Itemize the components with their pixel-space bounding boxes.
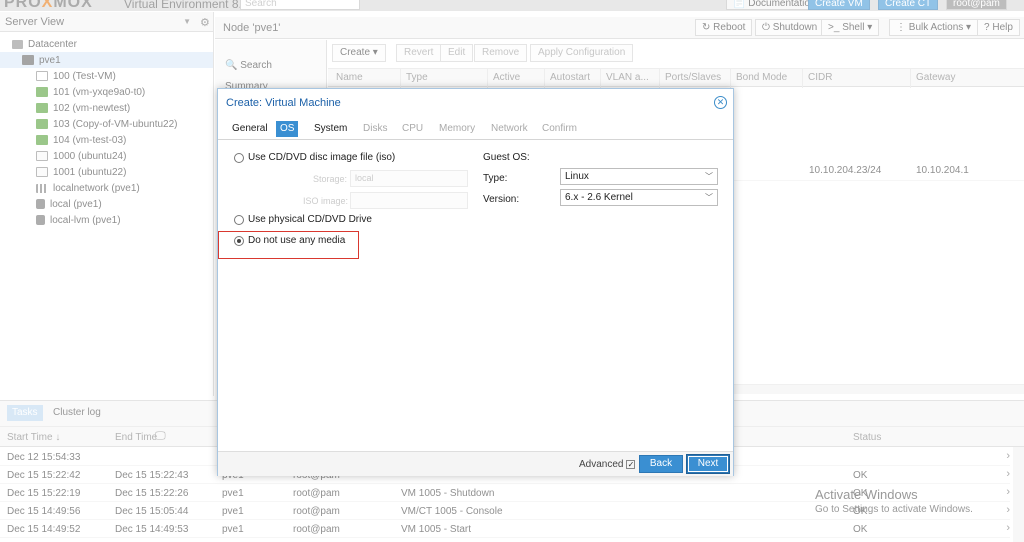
highlight-annotation xyxy=(218,231,359,259)
physical-label: Use physical CD/DVD Drive xyxy=(248,214,372,225)
iso-radio[interactable] xyxy=(234,152,244,163)
iso-image-label: ISO image: xyxy=(303,196,349,206)
create-vm-dialog: Create: Virtual Machine ✕ General OS Syste… xyxy=(217,88,734,476)
next-button[interactable]: Next xyxy=(687,455,729,473)
iso-media-option[interactable]: Use CD/DVD disc image file (iso) xyxy=(234,152,395,163)
iso-image-select[interactable] xyxy=(350,192,468,209)
tab-disks[interactable]: Disks xyxy=(359,121,391,137)
tab-os[interactable]: OS xyxy=(276,121,299,137)
watermark-subtitle: Go to Settings to activate Windows. xyxy=(815,504,973,515)
tab-general[interactable]: General xyxy=(228,121,272,137)
dialog-footer: Advanced ✓ Back Next xyxy=(218,451,733,476)
tab-cpu[interactable]: CPU xyxy=(398,121,427,137)
dialog-title: Create: Virtual Machine xyxy=(226,97,341,109)
tab-network[interactable]: Network xyxy=(487,121,532,137)
physical-drive-option[interactable]: Use physical CD/DVD Drive xyxy=(234,214,372,225)
watermark-title: Activate Windows xyxy=(815,487,918,502)
guest-os-heading: Guest OS: xyxy=(483,152,530,163)
chevron-down-icon: ﹀ xyxy=(705,172,713,181)
dialog-tab-bar: General OS System Disks CPU Memory Network Conf… xyxy=(218,117,733,140)
advanced-checkbox[interactable]: Advanced ✓ xyxy=(579,459,636,470)
tab-confirm[interactable]: Confirm xyxy=(538,121,581,137)
os-version-select[interactable]: 6.x - 2.6 Kernel ﹀ xyxy=(560,189,718,206)
iso-label: Use CD/DVD disc image file (iso) xyxy=(248,152,396,163)
storage-select[interactable]: local xyxy=(350,170,468,187)
physical-radio[interactable] xyxy=(234,214,244,225)
checkbox-icon[interactable]: ✓ xyxy=(626,460,636,469)
storage-label: Storage: xyxy=(313,174,348,184)
chevron-down-icon: ﹀ xyxy=(705,193,713,202)
tab-system[interactable]: System xyxy=(310,121,351,137)
close-icon[interactable]: ✕ xyxy=(714,96,727,109)
tab-memory[interactable]: Memory xyxy=(435,121,479,137)
back-button[interactable]: Back xyxy=(639,455,683,473)
os-type-select[interactable]: Linux ﹀ xyxy=(560,168,718,185)
os-version-label: Version: xyxy=(483,194,520,205)
os-type-label: Type: xyxy=(483,173,508,184)
